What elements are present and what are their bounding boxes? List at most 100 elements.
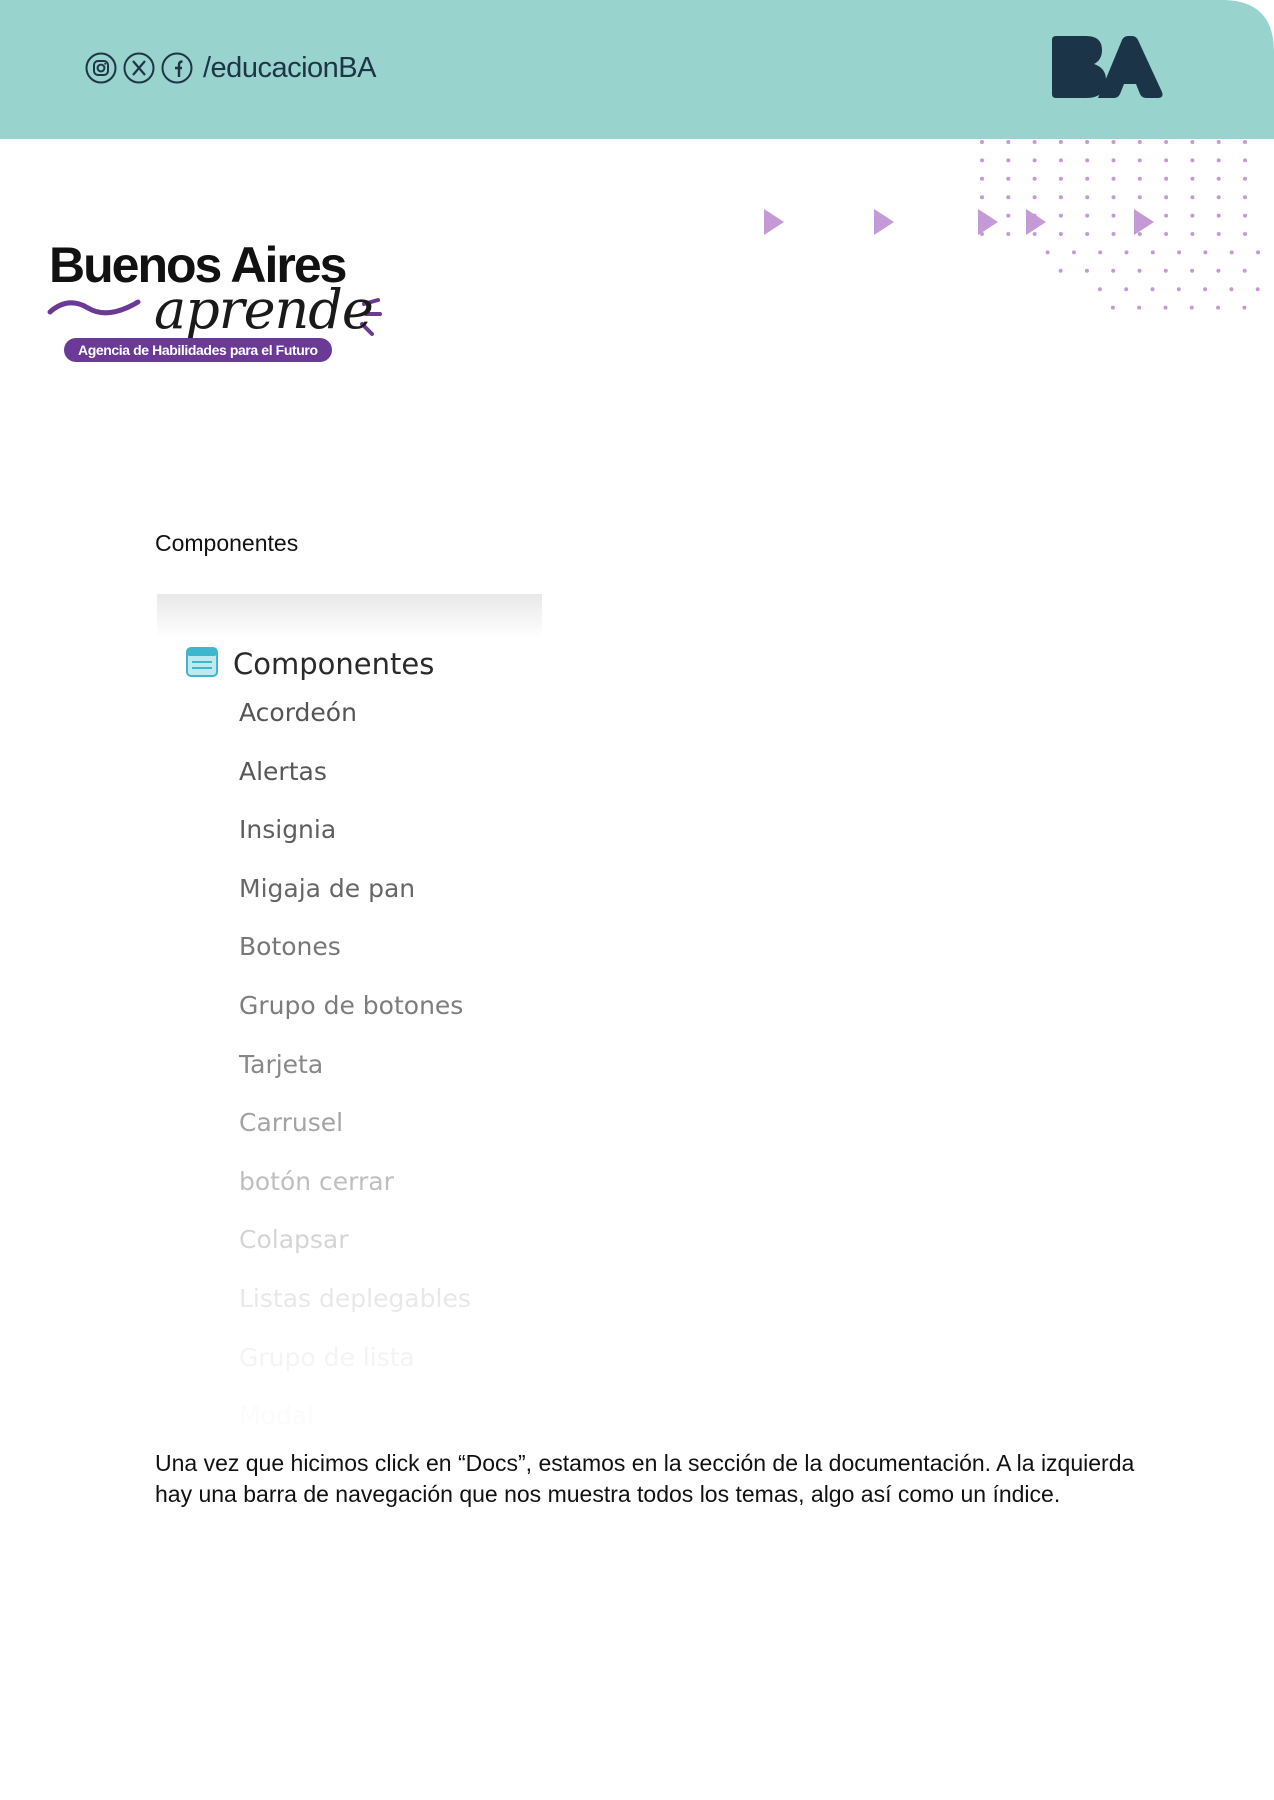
decor-dot: [1124, 250, 1129, 255]
decor-dot: [1137, 195, 1142, 200]
decor-dot: [1137, 213, 1142, 218]
decor-dot: [1111, 158, 1116, 163]
decor-dot: [1085, 195, 1090, 200]
sidebar-item[interactable]: Insignia: [239, 815, 336, 844]
decor-dot: [1229, 250, 1234, 255]
decor-dot: [1137, 176, 1142, 181]
decor-dot: [1032, 140, 1037, 144]
decor-dot: [1190, 158, 1195, 163]
decor-dot: [1176, 287, 1181, 292]
decor-dot: [1164, 213, 1169, 218]
decor-dot: [1032, 195, 1037, 200]
decor-dot: [1058, 158, 1063, 163]
decor-dot: [1110, 305, 1115, 310]
decor-dot: [1058, 176, 1063, 181]
decor-dot: [1150, 250, 1155, 255]
instagram-icon[interactable]: [85, 52, 117, 84]
decor-dot: [1085, 158, 1090, 163]
decor-dot: [1071, 250, 1076, 255]
decor-dot: [1163, 268, 1168, 273]
decor-dot: [1085, 140, 1090, 144]
decor-dot: [1006, 232, 1011, 236]
brand-line2: aprende: [154, 278, 374, 341]
decor-dot: [1216, 305, 1221, 310]
decor-dot: [1242, 305, 1247, 310]
decor-dot: [1164, 158, 1169, 163]
social-handle[interactable]: /educacionBA: [203, 52, 376, 85]
decor-dot: [1243, 176, 1247, 181]
decorative-pattern: [764, 140, 1260, 310]
sidebar-item[interactable]: Botones: [239, 932, 341, 961]
decor-dot: [1177, 250, 1182, 255]
x-icon[interactable]: [123, 52, 155, 84]
facebook-icon[interactable]: [161, 52, 193, 84]
decor-dot: [1189, 305, 1194, 310]
screenshot-fade: [157, 1079, 542, 1439]
sidebar-item[interactable]: Acordeón: [239, 698, 357, 727]
decor-dot: [1216, 176, 1221, 181]
sidebar-item[interactable]: Alertas: [239, 757, 327, 786]
decor-dot: [1006, 195, 1011, 200]
decor-dot: [980, 140, 984, 144]
decor-dot: [1137, 158, 1142, 163]
decor-dot: [1164, 195, 1169, 200]
decor-dot: [1097, 287, 1102, 292]
decor-dot: [1058, 213, 1063, 218]
decor-dot: [1243, 232, 1247, 236]
decor-dot: [1058, 140, 1063, 144]
sidebar-heading-label: Componentes: [233, 647, 435, 681]
decor-dot: [1111, 140, 1116, 144]
decor-dot: [1084, 268, 1089, 273]
decor-dot: [980, 195, 984, 200]
decor-dot: [1111, 268, 1116, 273]
decor-dot: [980, 176, 984, 181]
decor-dot: [1006, 176, 1011, 181]
page-header: /educacionBA: [0, 0, 1274, 139]
decor-dot: [1190, 213, 1195, 218]
decor-dot: [1032, 232, 1037, 236]
decor-dot: [1164, 232, 1169, 236]
sidebar-heading[interactable]: Componentes: [185, 644, 434, 684]
decor-dot: [1243, 140, 1247, 144]
decor-dot: [1137, 232, 1142, 236]
decor-dot: [1111, 213, 1116, 218]
decor-dot: [1164, 176, 1169, 181]
decor-dot: [1190, 195, 1195, 200]
sidebar-item[interactable]: Migaja de pan: [239, 874, 415, 903]
decor-dot: [1203, 250, 1208, 255]
docs-sidebar-screenshot: Componentes Acordeón Alertas Insignia Migaj…: [157, 594, 542, 1439]
decor-dot: [1216, 268, 1221, 273]
decor-dot: [1229, 287, 1234, 292]
decor-dot: [1111, 176, 1116, 181]
ba-logo: [1052, 36, 1163, 98]
decor-dot: [1085, 232, 1090, 236]
sidebar-item[interactable]: Tarjeta: [239, 1050, 323, 1079]
triangle-decor: [764, 209, 1154, 235]
decor-dot: [1216, 232, 1221, 236]
decor-dot: [1032, 158, 1037, 163]
decor-dot: [1255, 287, 1260, 292]
decor-dot: [1164, 140, 1169, 144]
sidebar-item[interactable]: Grupo de botones: [239, 991, 463, 1020]
decor-dot: [1216, 140, 1221, 144]
decor-dot: [1124, 287, 1129, 292]
decor-dot: [1190, 268, 1195, 273]
decor-dot: [1216, 158, 1221, 163]
social-links: /educacionBA: [85, 50, 376, 86]
decor-dot: [1032, 213, 1037, 218]
decor-dot: [1242, 268, 1247, 273]
decor-dot: [1203, 287, 1208, 292]
decor-dot: [1190, 140, 1195, 144]
decor-dot: [1163, 305, 1168, 310]
decor-dot: [1058, 268, 1063, 273]
decor-dot: [1190, 176, 1195, 181]
decor-dot: [980, 232, 984, 236]
list-icon: [185, 645, 219, 684]
decor-dot: [1243, 158, 1247, 163]
decor-dot: [980, 213, 984, 218]
decor-dot: [1190, 232, 1195, 236]
brand-logo: Buenos Aires aprende Agencia de Habilida…: [46, 236, 386, 366]
decor-dot: [1058, 195, 1063, 200]
decor-dot: [1006, 158, 1011, 163]
decor-dot: [1150, 287, 1155, 292]
